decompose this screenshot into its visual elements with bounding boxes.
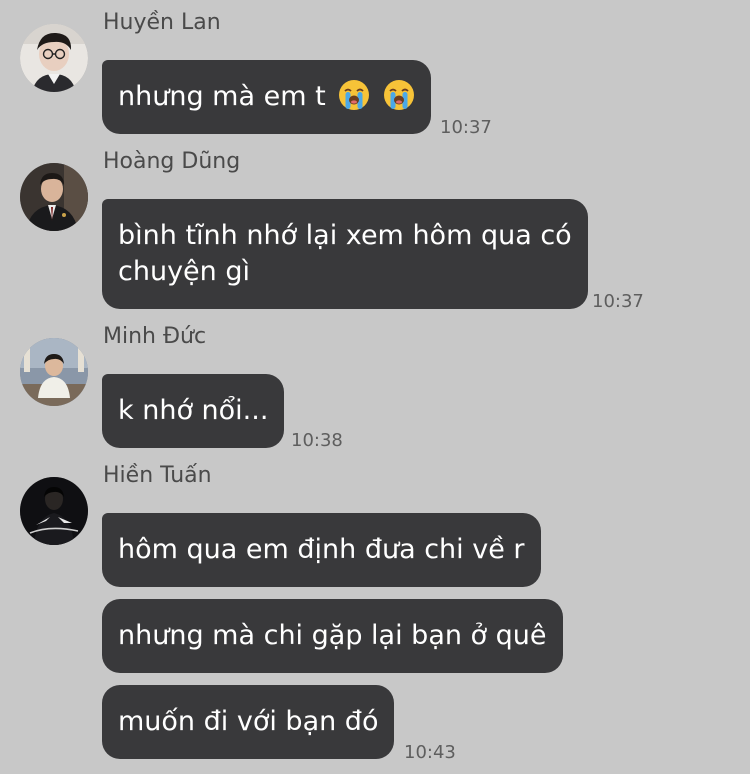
sender-name: Hoàng Dũng xyxy=(103,149,241,174)
message-timestamp: 10:38 xyxy=(291,430,343,451)
message-text: chuyện gì xyxy=(118,256,250,287)
message-bubble[interactable]: hôm qua em định đưa chi về r xyxy=(102,513,541,587)
avatar-hoang-dung[interactable] xyxy=(20,163,88,231)
message-text: hôm qua em định đưa chi về r xyxy=(118,534,525,565)
message-bubble[interactable]: bình tĩnh nhớ lại xem hôm qua có chuyện … xyxy=(102,199,588,309)
avatar-huyen-lan[interactable] xyxy=(20,24,88,92)
avatar-hien-tuan[interactable] xyxy=(20,477,88,545)
sender-name: Huyền Lan xyxy=(103,10,221,35)
message-text: nhưng mà em t xyxy=(118,81,326,112)
sender-name: Hiền Tuấn xyxy=(103,463,212,488)
loudly-crying-face-icon xyxy=(339,80,370,110)
message-text: nhưng mà chi gặp lại bạn ở quê xyxy=(118,620,547,651)
message-timestamp: 10:43 xyxy=(404,742,456,763)
message-text: k nhớ nổi... xyxy=(118,395,269,426)
loudly-crying-face-icon xyxy=(383,80,414,110)
message-bubble[interactable]: nhưng mà em t xyxy=(102,60,431,134)
avatar-minh-duc[interactable] xyxy=(20,338,88,406)
message-bubble[interactable]: muốn đi với bạn đó xyxy=(102,685,395,759)
message-text: muốn đi với bạn đó xyxy=(118,706,379,737)
sender-name: Minh Đức xyxy=(103,324,207,349)
message-timestamp: 10:37 xyxy=(592,291,644,312)
message-bubble[interactable]: nhưng mà chi gặp lại bạn ở quê xyxy=(102,599,563,673)
message-timestamp: 10:37 xyxy=(440,117,492,138)
message-bubble[interactable]: k nhớ nổi... xyxy=(102,374,285,448)
message-text: bình tĩnh nhớ lại xem hôm qua có xyxy=(118,220,572,251)
